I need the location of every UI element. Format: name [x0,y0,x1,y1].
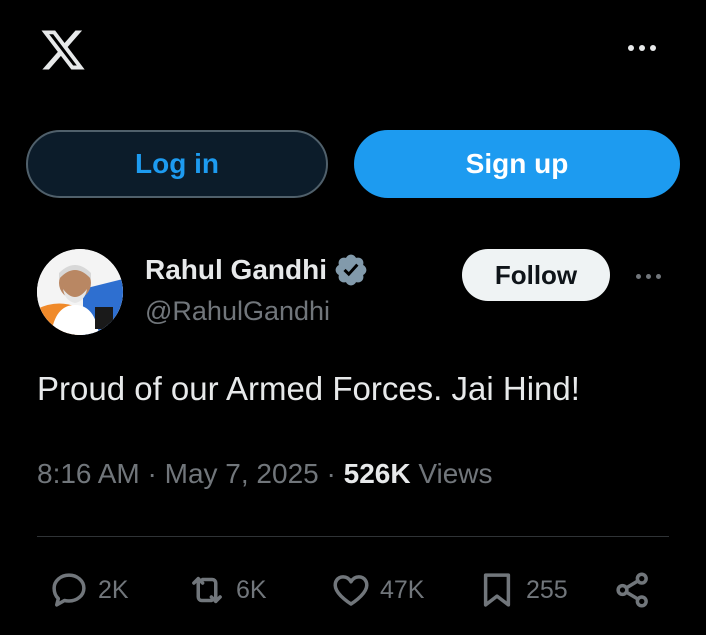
tweet-more-icon[interactable] [628,266,668,286]
author-name-row[interactable]: Rahul Gandhi [145,252,369,288]
meta-separator: · [318,458,344,489]
avatar[interactable] [37,249,123,335]
reply-count: 2K [98,575,129,604]
more-options-icon[interactable] [622,38,662,58]
tweet-time[interactable]: 8:16 AM [37,458,140,489]
signup-button[interactable]: Sign up [354,130,680,198]
meta-separator: · [139,458,165,489]
author-name[interactable]: Rahul Gandhi [145,254,327,286]
share-button[interactable] [612,566,654,614]
author-handle[interactable]: @RahulGandhi [145,296,330,327]
tweet-meta: 8:16 AM · May 7, 2025 · 526K Views [37,458,493,490]
reply-button[interactable]: 2K [48,566,129,614]
reply-icon [52,573,86,607]
tweet-text: Proud of our Armed Forces. Jai Hind! [37,370,580,407]
verified-badge-icon [335,254,367,286]
login-button[interactable]: Log in [26,130,328,198]
repost-button[interactable]: 6K [186,566,267,614]
bookmark-icon [483,573,511,607]
views-label: Views [410,458,493,489]
repost-count: 6K [236,575,267,604]
repost-icon [192,576,222,604]
divider [37,536,669,537]
heart-icon [333,575,369,606]
like-button[interactable]: 47K [330,566,424,614]
views-count: 526K [343,458,411,489]
like-count: 47K [380,575,425,604]
follow-button[interactable]: Follow [462,249,610,301]
share-icon [616,572,648,608]
bookmark-count: 255 [526,575,568,604]
bookmark-button[interactable]: 255 [476,566,568,614]
tweet-date[interactable]: May 7, 2025 [165,458,319,489]
x-logo-icon[interactable] [36,26,90,74]
